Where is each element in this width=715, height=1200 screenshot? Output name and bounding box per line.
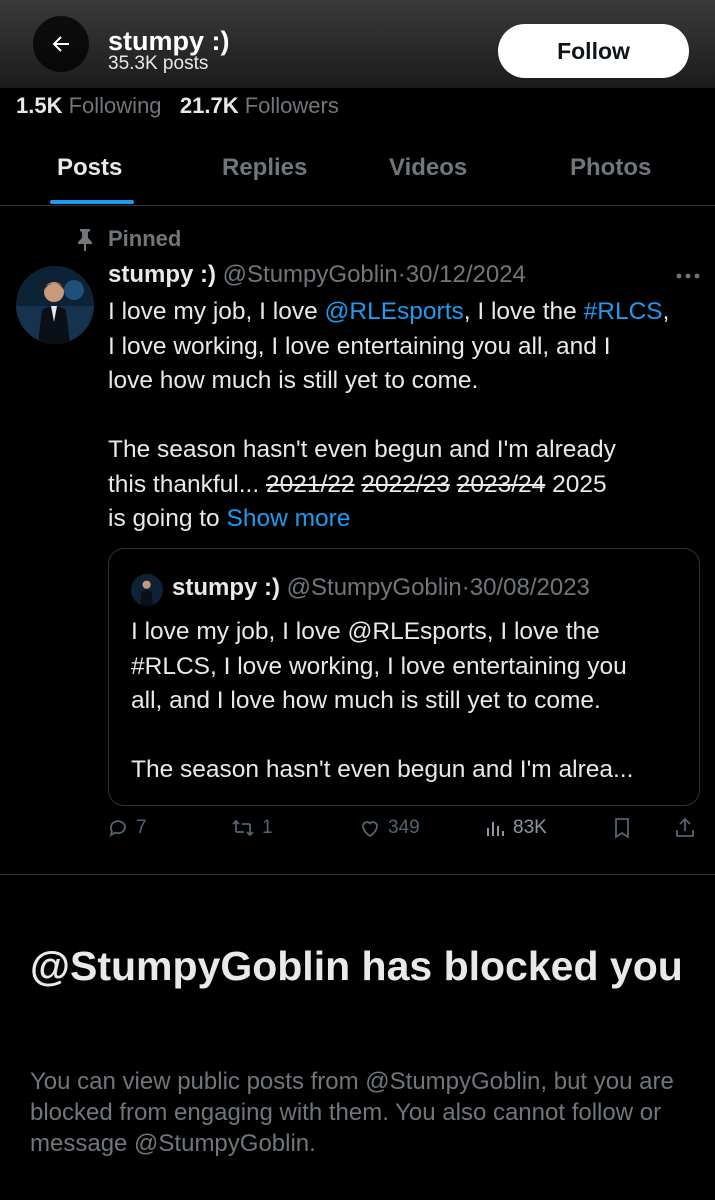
share-icon — [676, 817, 694, 837]
tweet-text-segment: , — [662, 298, 670, 325]
quote-handle: @StumpyGoblin — [286, 574, 462, 601]
bookmark-button[interactable] — [611, 816, 639, 840]
follow-button[interactable]: Follow — [498, 24, 689, 78]
quote-line: The season hasn't even begun and I'm alr… — [131, 756, 634, 783]
avatar-image — [16, 266, 94, 344]
tweet-line: is going to Show more — [108, 502, 708, 537]
tweet-actions: 7 1 349 83K — [0, 816, 715, 848]
tweet-line: I love working, I love entertaining you … — [108, 332, 611, 360]
tweet-line: love how much is still yet to come. — [108, 367, 479, 394]
heart-icon — [362, 821, 378, 838]
tweet-handle[interactable]: @StumpyGoblin — [223, 261, 398, 288]
hashtag-link[interactable]: #RLCS — [584, 298, 663, 325]
followers-label: Followers — [244, 93, 339, 118]
quote-text: I love my job, I love @RLEsports, I love… — [131, 615, 633, 788]
views-icon — [487, 822, 504, 836]
tweet-date[interactable]: 30/12/2024 — [406, 261, 526, 288]
pin-icon — [78, 229, 92, 251]
avatar[interactable] — [16, 266, 94, 344]
quote-date: 30/08/2023 — [469, 574, 590, 601]
tab-posts[interactable]: Posts — [57, 154, 122, 182]
back-button[interactable] — [33, 16, 89, 72]
tab-photos[interactable]: Photos — [570, 154, 651, 182]
quote-line: I love my job, I love @RLEsports, I love… — [131, 618, 600, 645]
struck-season: 2021/22 — [265, 470, 355, 498]
more-horizontal-icon[interactable] — [674, 266, 702, 286]
blocked-title: @StumpyGoblin has blocked you — [30, 943, 683, 989]
quote-header: stumpy :) @StumpyGoblin·30/08/2023 — [172, 571, 590, 605]
share-button[interactable] — [674, 816, 702, 840]
tab-videos[interactable]: Videos — [389, 154, 467, 182]
profile-header: stumpy :) 35.3K posts Follow — [0, 0, 715, 88]
followers-link[interactable]: 21.7K Followers — [180, 93, 339, 118]
show-more-link[interactable]: Show more — [227, 505, 351, 532]
profile-tabs: Posts Replies Videos Photos — [0, 138, 715, 206]
tweet-line: this thankful... 2021/22 2022/23 2023/24… — [108, 468, 708, 503]
following-link[interactable]: 1.5K Following — [16, 93, 162, 118]
tweet-text-segment: is going to — [108, 505, 227, 532]
like-count: 349 — [388, 817, 420, 838]
bookmark-icon — [615, 818, 629, 839]
quote-avatar — [131, 574, 163, 606]
tweet-header: stumpy :) @StumpyGoblin·30/12/2024 — [108, 258, 526, 292]
quote-line-break — [131, 719, 633, 754]
arrow-left-icon — [52, 36, 69, 52]
views-count: 83K — [513, 817, 547, 838]
struck-season: 2023/24 — [456, 470, 546, 498]
header-display-name: stumpy :) — [108, 26, 230, 56]
quote-avatar-image — [131, 574, 163, 606]
tweet-text: I love my job, I love @RLEsports, I love… — [108, 295, 708, 537]
tweet-text-segment: , I love the — [463, 298, 584, 325]
tweet-line: I love my job, I love @RLEsports, I love… — [108, 295, 708, 330]
following-count: 1.5K — [16, 93, 63, 118]
tab-replies[interactable]: Replies — [222, 154, 307, 182]
pinned-indicator: Pinned — [74, 226, 181, 252]
reply-icon — [109, 820, 126, 837]
tweet-text-segment: this thankful... — [108, 470, 266, 498]
views-button[interactable]: 83K — [485, 816, 547, 840]
quoted-tweet[interactable]: stumpy :) @StumpyGoblin·30/08/2023 I lov… — [108, 548, 700, 806]
tweet-line-break — [108, 399, 708, 434]
following-label: Following — [68, 93, 162, 118]
mention-link[interactable]: @RLEsports — [325, 298, 464, 325]
followers-count: 21.7K — [179, 93, 239, 118]
repost-count: 1 — [262, 817, 273, 838]
tweet-text-segment: I love my job, I love — [108, 298, 325, 325]
quote-line: all, and I love how much is still yet to… — [131, 687, 601, 714]
quote-separator: · — [461, 574, 470, 601]
quote-display-name: stumpy :) — [172, 574, 280, 601]
repost-button[interactable]: 1 — [230, 816, 273, 840]
tweet-display-name[interactable]: stumpy :) — [108, 261, 216, 288]
repost-icon — [232, 819, 254, 837]
section-divider — [0, 874, 715, 875]
tweet-text-segment: 2025 — [552, 470, 607, 498]
active-tab-indicator — [50, 200, 134, 204]
reply-button[interactable]: 7 — [106, 816, 147, 840]
pinned-label: Pinned — [108, 226, 182, 251]
reply-count: 7 — [136, 817, 147, 838]
quote-line: #RLCS, I love working, I love entertaini… — [131, 652, 627, 680]
struck-season: 2022/23 — [361, 470, 450, 498]
profile-stats: 1.5K Following 21.7K Followers — [16, 92, 339, 120]
header-posts-count: 35.3K posts — [108, 53, 209, 74]
tweet-line: The season hasn't even begun and I'm alr… — [108, 436, 616, 463]
blocked-description: You can view public posts from @StumpyGo… — [30, 1068, 674, 1157]
like-button[interactable]: 349 — [358, 816, 420, 840]
tweet-separator: · — [397, 261, 406, 288]
